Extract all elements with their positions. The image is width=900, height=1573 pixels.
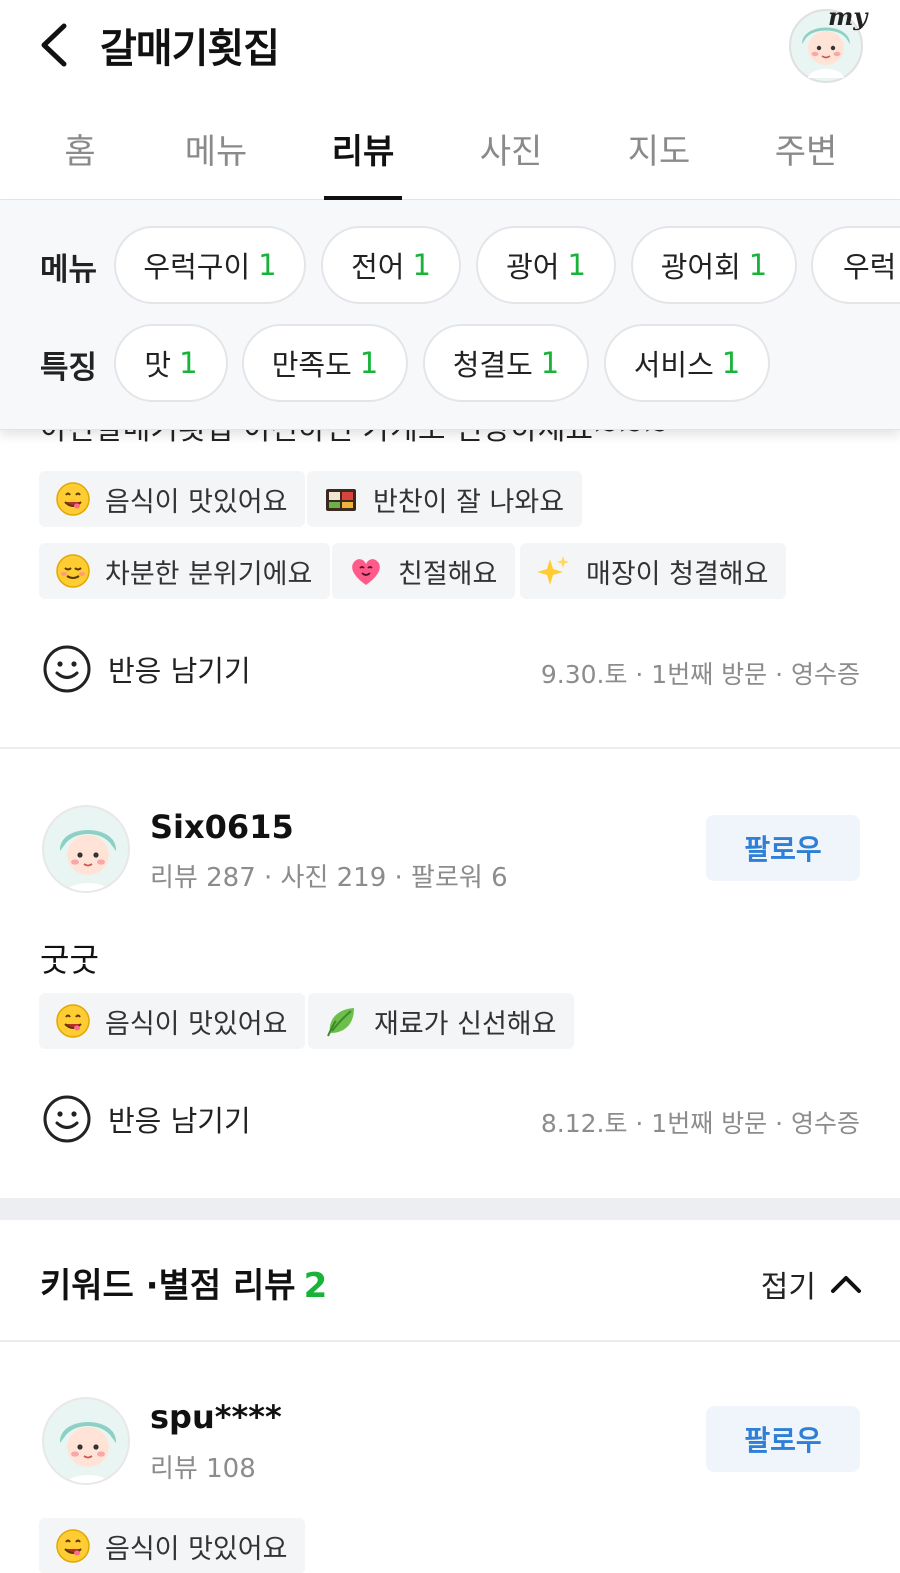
menu-filter-chip[interactable]: 우럭구이 1: [114, 226, 306, 304]
chip-label: 전어: [351, 250, 405, 284]
feature-filter-label: 특징: [40, 350, 98, 386]
chip-label: 청결도: [452, 348, 533, 382]
chip-label: 우럭: [843, 250, 897, 284]
chip-label: 우럭구이: [143, 250, 251, 284]
feature-filter-row: 특징 맛1 만족도 1 청결도 1 서비스 1: [0, 324, 900, 404]
review-tag: 음식이 맛있어요: [39, 471, 306, 527]
tag-label: 음식이 맛있어요: [105, 1533, 288, 1565]
feature-filter-chip[interactable]: 만족도 1: [242, 324, 408, 402]
tag-label: 친절해요: [398, 558, 498, 590]
menu-filter-chip[interactable]: 우럭: [811, 226, 900, 304]
section-separator: [0, 1198, 900, 1220]
username[interactable]: Six0615: [150, 808, 294, 846]
heart-face-icon: [352, 559, 380, 585]
tab-map[interactable]: 지도: [628, 124, 691, 173]
leave-reaction-button[interactable]: 반응 남기기: [42, 1094, 251, 1144]
section-divider: [0, 1340, 900, 1342]
review-divider: [0, 747, 900, 749]
chip-count: 1: [258, 248, 277, 282]
review-tag: 친절해요: [332, 543, 516, 599]
smiley-icon: [43, 645, 91, 693]
chevron-up-icon: [831, 1276, 861, 1293]
avatar[interactable]: [42, 805, 130, 893]
review-text: 굿굿: [40, 941, 99, 979]
tag-label: 반찬이 잘 나와요: [373, 486, 565, 518]
tab-menu[interactable]: 메뉴: [185, 124, 248, 173]
review-tag: 차분한 분위기에요: [39, 543, 331, 599]
leaf-icon: [327, 1008, 354, 1037]
keyword-review-section-title: 키워드 ·별점 리뷰 2: [40, 1258, 327, 1307]
relieved-face-icon: [56, 554, 90, 588]
chip-count: 1: [179, 346, 198, 380]
reaction-label: 반응 남기기: [108, 654, 251, 688]
section-title-text: 키워드 ·별점 리뷰: [40, 1266, 296, 1306]
user-avatar-icon: [59, 830, 117, 891]
follow-button[interactable]: 팔로우: [706, 1406, 860, 1472]
review-tag: 음식이 맛있어요: [39, 993, 306, 1049]
review-meta: 8.12.토 · 1번째 방문 · 영수증: [540, 1109, 860, 1138]
chip-count: 1: [748, 248, 768, 282]
tab-home[interactable]: 홈: [64, 124, 95, 173]
tab-bar: 홈 메뉴 리뷰 사진 지도 주변: [0, 110, 900, 200]
page-title: 갈매기횟집: [100, 26, 280, 72]
feature-filter-chip[interactable]: 서비스 1: [604, 324, 770, 402]
yum-face-icon: [56, 1004, 90, 1038]
username[interactable]: spu****: [150, 1398, 282, 1436]
avatar[interactable]: [42, 1397, 130, 1485]
menu-filter-row: 메뉴 우럭구이 1 전어 1 광어 1 광어회 1 우럭: [0, 226, 900, 306]
my-label[interactable]: my: [828, 2, 867, 31]
tab-nearby[interactable]: 주변: [775, 124, 838, 173]
chip-label: 광어회: [660, 250, 741, 284]
chip-label: 맛: [144, 348, 172, 382]
review-tag: 음식이 맛있어요: [39, 1518, 306, 1573]
smiley-icon: [43, 1095, 91, 1143]
filter-panel: 메뉴 우럭구이 1 전어 1 광어 1 광어회 1 우럭 특징 맛1 만족도 1 청결도 1…: [0, 200, 900, 430]
review-meta: 9.30.토 · 1번째 방문 · 영수증: [540, 660, 860, 689]
user-avatar-icon: [59, 1422, 117, 1483]
chip-count: 1: [540, 346, 560, 380]
tab-photo[interactable]: 사진: [480, 124, 543, 173]
tag-label: 매장이 청결해요: [586, 558, 769, 590]
chip-count: 1: [412, 248, 431, 282]
bento-box-icon: [326, 489, 356, 511]
back-arrow-icon[interactable]: [34, 20, 78, 70]
chip-label: 서비스: [633, 348, 714, 382]
fold-button[interactable]: 접기: [761, 1262, 862, 1306]
fold-label: 접기: [760, 1270, 816, 1305]
menu-filter-chip[interactable]: 광어 1: [476, 226, 616, 304]
chip-label: 만족도: [271, 348, 352, 382]
review-tag: 재료가 신선해요: [308, 993, 575, 1049]
review-tag: 매장이 청결해요: [520, 543, 787, 599]
app-header: 갈매기횟집 my: [0, 0, 900, 100]
tag-label: 음식이 맛있어요: [105, 1008, 288, 1040]
chip-count: 1: [567, 248, 586, 282]
user-stats: 리뷰 287 · 사진 219 · 팔로워 6: [150, 863, 508, 893]
chip-count: 1: [721, 346, 741, 380]
menu-filter-label: 메뉴: [40, 252, 98, 288]
review-tag: 반찬이 잘 나와요: [307, 471, 583, 527]
chip-label: 광어: [506, 250, 560, 284]
sparkles-icon: [537, 556, 569, 585]
tag-label: 음식이 맛있어요: [105, 486, 288, 518]
reaction-label: 반응 남기기: [108, 1104, 251, 1138]
follow-button[interactable]: 팔로우: [706, 815, 860, 881]
menu-filter-chip[interactable]: 전어 1: [321, 226, 461, 304]
yum-face-icon: [56, 1529, 90, 1563]
chip-count: 1: [359, 346, 379, 380]
section-count: 2: [303, 1266, 328, 1306]
feature-filter-chip[interactable]: 청결도 1: [423, 324, 589, 402]
menu-filter-chip[interactable]: 광어회 1: [631, 226, 797, 304]
feature-filter-chip[interactable]: 맛1: [114, 324, 228, 402]
tag-label: 차분한 분위기에요: [105, 558, 313, 590]
yum-face-icon: [56, 482, 90, 516]
user-stats: 리뷰 108: [150, 1454, 256, 1484]
tab-review[interactable]: 리뷰: [332, 124, 395, 173]
leave-reaction-button[interactable]: 반응 남기기: [42, 644, 251, 694]
tag-label: 재료가 신선해요: [374, 1008, 557, 1040]
